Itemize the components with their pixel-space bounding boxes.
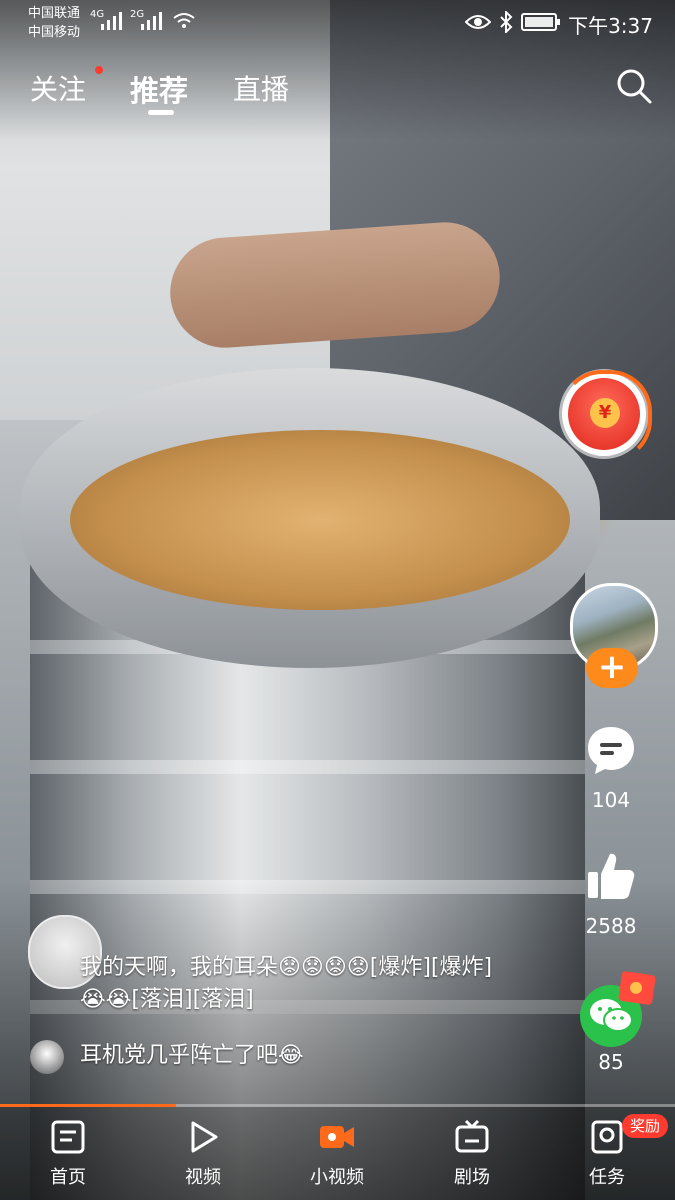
nav-video[interactable]: 视频	[148, 1107, 258, 1200]
active-tab-indicator	[148, 110, 174, 115]
nav-short-video[interactable]: 小视频	[282, 1107, 392, 1200]
red-packet-progress-ring	[560, 370, 652, 462]
nav-tasks-label: 任务	[589, 1167, 625, 1188]
status-time: 下午3:37	[568, 14, 653, 38]
share-red-envelope-icon	[618, 970, 656, 1006]
signal-icon	[141, 12, 162, 30]
comment-text: 我的天啊，我的耳朵😟😟😟😟[爆炸][爆炸]😭😭[落泪][落泪]	[80, 955, 493, 1012]
comment-avatar[interactable]	[30, 1040, 64, 1074]
comment-text: 耳机党几乎阵亡了吧😂	[80, 1043, 304, 1068]
status-bar: 中国联通 中国移动 4G 2G 下午3:37	[0, 0, 675, 44]
wifi-icon	[173, 13, 195, 28]
carrier-label-1: 中国联通	[28, 6, 81, 21]
video-soybeans	[70, 430, 570, 610]
camera-icon	[320, 1126, 354, 1148]
bottom-nav: 首页 视频 小视频 剧场 任务	[0, 1107, 675, 1200]
wechat-icon	[590, 999, 633, 1032]
video-sieve-ring	[30, 760, 585, 774]
like-icon[interactable]	[585, 850, 637, 902]
tab-recommend[interactable]: 推荐	[130, 68, 188, 110]
video-screen[interactable]: 中国联通 中国移动 4G 2G 下午3:37 关注 推荐 直播 ¥ + 104 …	[0, 0, 675, 1200]
tab-follow[interactable]: 关注	[30, 68, 86, 108]
red-packet-button[interactable]: ¥	[560, 370, 652, 462]
nav-home[interactable]: 首页	[13, 1107, 123, 1200]
comment-count: 104	[591, 788, 631, 812]
nav-theater-label: 剧场	[454, 1167, 490, 1188]
like-count: 2588	[585, 914, 637, 938]
notification-dot	[95, 66, 103, 74]
signal-icon	[101, 12, 122, 30]
nav-home-label: 首页	[50, 1167, 86, 1188]
task-icon	[591, 1120, 623, 1154]
carrier-label-2: 中国移动	[28, 25, 81, 40]
nav-short-video-label: 小视频	[310, 1167, 364, 1188]
comment-icon[interactable]	[585, 724, 637, 776]
eye-icon	[465, 15, 491, 29]
search-icon[interactable]	[614, 66, 654, 106]
bluetooth-icon	[500, 11, 513, 33]
share-count: 85	[598, 1050, 624, 1074]
reward-badge: 奖励	[622, 1114, 669, 1138]
nav-video-label: 视频	[185, 1167, 221, 1188]
follow-plus-button[interactable]: +	[586, 648, 638, 688]
tv-icon	[455, 1119, 489, 1153]
tab-live[interactable]: 直播	[233, 68, 289, 108]
home-icon	[51, 1120, 85, 1154]
video-person-arm	[166, 218, 504, 352]
nav-theater[interactable]: 剧场	[417, 1107, 527, 1200]
battery-icon	[521, 13, 560, 31]
play-icon	[191, 1121, 218, 1153]
